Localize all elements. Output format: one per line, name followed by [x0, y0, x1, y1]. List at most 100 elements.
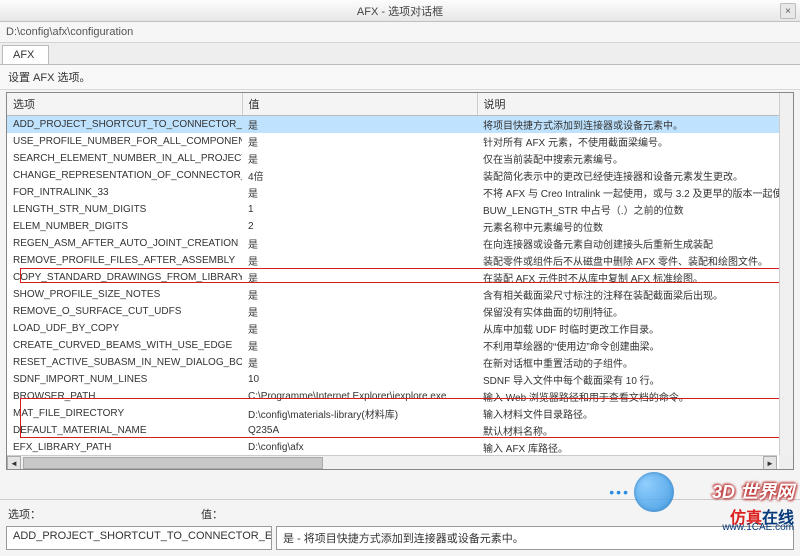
table-row[interactable]: BROWSER_PATHC:\Programme\Internet Explor…: [7, 388, 793, 405]
table-row[interactable]: FOR_INTRALINK_33是不将 AFX 与 Creo Intralink…: [7, 184, 793, 201]
title-bar: AFX - 选项对话框 ×: [0, 0, 800, 22]
cell-desc: 装配零件或组件后不从磁盘中删除 AFX 零件、装配和绘图文件。: [477, 252, 793, 269]
table-row[interactable]: CHANGE_REPRESENTATION_OF_CONNECTOR_EQUIP…: [7, 167, 793, 184]
options-table-wrap: 选项 值 说明 ADD_PROJECT_SHORTCUT_TO_CONNECTO…: [6, 92, 794, 470]
col-desc[interactable]: 说明: [477, 93, 793, 116]
cell-opt: SDNF_IMPORT_NUM_LINES: [7, 371, 242, 388]
cell-val: D:\config\materials-library(材料库): [242, 405, 477, 422]
cell-opt: COPY_STANDARD_DRAWINGS_FROM_LIBRARY: [7, 269, 242, 286]
footer-label-value: 值：: [201, 506, 223, 522]
cell-val: 是: [242, 116, 477, 134]
cell-desc: 不将 AFX 与 Creo Intralink 一起使用，或与 3.2 及更早的…: [477, 184, 793, 201]
cell-desc: 针对所有 AFX 元素，不使用截面梁编号。: [477, 133, 793, 150]
window-title: AFX - 选项对话框: [357, 3, 443, 19]
table-row[interactable]: USE_PROFILE_NUMBER_FOR_ALL_COMPONENT_NAM…: [7, 133, 793, 150]
col-value[interactable]: 值: [242, 93, 477, 116]
cell-desc: 在新对话框中重置活动的子组件。: [477, 354, 793, 371]
table-row[interactable]: EFX_LIBRARY_PATHD:\config\afx输入 AFX 库路径。: [7, 439, 793, 456]
table-row[interactable]: SDNF_IMPORT_NUM_LINES10SDNF 导入文件中每个截面梁有 …: [7, 371, 793, 388]
scroll-right-icon[interactable]: ►: [763, 456, 777, 470]
table-row[interactable]: LENGTH_STR_NUM_DIGITS1BUW_LENGTH_STR 中占号…: [7, 201, 793, 218]
table-row[interactable]: LOAD_UDF_BY_COPY是从库中加载 UDF 时临时更改工作目录。: [7, 320, 793, 337]
table-row[interactable]: SHOW_PROFILE_SIZE_NOTES是含有相关截面梁尺寸标注的注释在装…: [7, 286, 793, 303]
cell-val: 是: [242, 269, 477, 286]
cell-desc: 输入 Web 浏览器路径和用于查看文档的命令。: [477, 388, 793, 405]
cell-desc: 不利用草绘器的“使用边”命令创建曲梁。: [477, 337, 793, 354]
cell-val: 4倍: [242, 167, 477, 184]
cell-desc: 在装配 AFX 元件时不从库中复制 AFX 标准绘图。: [477, 269, 793, 286]
table-row[interactable]: COPY_STANDARD_DRAWINGS_FROM_LIBRARY是在装配 …: [7, 269, 793, 286]
cell-val: Q235A: [242, 422, 477, 439]
cell-opt: REGEN_ASM_AFTER_AUTO_JOINT_CREATION: [7, 235, 242, 252]
cell-opt: CREATE_CURVED_BEAMS_WITH_USE_EDGE: [7, 337, 242, 354]
h-scrollbar[interactable]: ◄ ►: [7, 455, 777, 469]
cell-opt: BROWSER_PATH: [7, 388, 242, 405]
cell-val: 2: [242, 218, 477, 235]
cell-val: C:\Programme\Internet Explorer\iexplore.…: [242, 388, 477, 405]
table-row[interactable]: REGEN_ASM_AFTER_AUTO_JOINT_CREATION是在向连接…: [7, 235, 793, 252]
cell-desc: 仅在当前装配中搜索元素编号。: [477, 150, 793, 167]
close-icon: ×: [785, 6, 791, 17]
cell-opt: SEARCH_ELEMENT_NUMBER_IN_ALL_PROJECT_ASS…: [7, 150, 242, 167]
table-row[interactable]: RESET_ACTIVE_SUBASM_IN_NEW_DIALOG_BOX是在新…: [7, 354, 793, 371]
v-scrollbar[interactable]: [779, 93, 793, 455]
cell-desc: 保留没有实体曲面的切削特征。: [477, 303, 793, 320]
cell-desc: SDNF 导入文件中每个截面梁有 10 行。: [477, 371, 793, 388]
cell-val: 是: [242, 252, 477, 269]
table-row[interactable]: REMOVE_O_SURFACE_CUT_UDFS是保留没有实体曲面的切削特征。: [7, 303, 793, 320]
cell-desc: BUW_LENGTH_STR 中占号（.）之前的位数: [477, 201, 793, 218]
table-row[interactable]: SEARCH_ELEMENT_NUMBER_IN_ALL_PROJECT_ASS…: [7, 150, 793, 167]
cell-desc: 从库中加载 UDF 时临时更改工作目录。: [477, 320, 793, 337]
cell-val: 是: [242, 133, 477, 150]
cell-opt: LENGTH_STR_NUM_DIGITS: [7, 201, 242, 218]
cell-val: 1: [242, 201, 477, 218]
cell-opt: FOR_INTRALINK_33: [7, 184, 242, 201]
cell-val: 是: [242, 184, 477, 201]
table-row[interactable]: ADD_PROJECT_SHORTCUT_TO_CONNECTOR_EQUIPM…: [7, 116, 793, 134]
cell-desc: 元素名称中元素编号的位数: [477, 218, 793, 235]
cell-val: 是: [242, 354, 477, 371]
cell-val: 是: [242, 337, 477, 354]
table-row[interactable]: ELEM_NUMBER_DIGITS2元素名称中元素编号的位数: [7, 218, 793, 235]
scroll-left-icon[interactable]: ◄: [7, 456, 21, 470]
tab-row: AFX: [0, 43, 800, 65]
close-button[interactable]: ×: [780, 3, 796, 19]
cell-desc: 将项目快捷方式添加到连接器或设备元素中。: [477, 116, 793, 134]
cell-opt: DEFAULT_MATERIAL_NAME: [7, 422, 242, 439]
cell-desc: 输入 AFX 库路径。: [477, 439, 793, 456]
options-table: 选项 值 说明 ADD_PROJECT_SHORTCUT_TO_CONNECTO…: [7, 93, 793, 470]
table-row[interactable]: MAT_FILE_DIRECTORYD:\config\materials-li…: [7, 405, 793, 422]
cell-desc: 含有相关截面梁尺寸标注的注释在装配截面梁后出现。: [477, 286, 793, 303]
h-scroll-thumb[interactable]: [23, 457, 323, 469]
cell-opt: MAT_FILE_DIRECTORY: [7, 405, 242, 422]
footer-value-field[interactable]: 是 - 将项目快捷方式添加到连接器或设备元素中。: [276, 526, 794, 550]
cell-opt: CHANGE_REPRESENTATION_OF_CONNECTOR_EQUIP…: [7, 167, 242, 184]
footer-label-option: 选项：: [8, 506, 41, 522]
table-row[interactable]: REMOVE_PROFILE_FILES_AFTER_ASSEMBLY是装配零件…: [7, 252, 793, 269]
cell-opt: EFX_LIBRARY_PATH: [7, 439, 242, 456]
cell-opt: SHOW_PROFILE_SIZE_NOTES: [7, 286, 242, 303]
cell-desc: 装配简化表示中的更改已经使连接器和设备元素发生更改。: [477, 167, 793, 184]
table-row[interactable]: CREATE_CURVED_BEAMS_WITH_USE_EDGE是不利用草绘器…: [7, 337, 793, 354]
table-header-row: 选项 值 说明: [7, 93, 793, 116]
cell-opt: REMOVE_O_SURFACE_CUT_UDFS: [7, 303, 242, 320]
footer-option-field[interactable]: ADD_PROJECT_SHORTCUT_TO_CONNECTOR_EQUIPM…: [6, 526, 272, 550]
cell-opt: ELEM_NUMBER_DIGITS: [7, 218, 242, 235]
cell-desc: 输入材料文件目录路径。: [477, 405, 793, 422]
cell-val: 是: [242, 150, 477, 167]
footer: 选项： 值： ADD_PROJECT_SHORTCUT_TO_CONNECTOR…: [0, 499, 800, 556]
subtitle: 设置 AFX 选项。: [0, 65, 800, 90]
cell-val: 是: [242, 286, 477, 303]
cell-desc: 默认材料名称。: [477, 422, 793, 439]
cell-val: D:\config\afx: [242, 439, 477, 456]
col-option[interactable]: 选项: [7, 93, 242, 116]
cell-val: 是: [242, 320, 477, 337]
path-bar: D:\config\afx\configuration: [0, 22, 800, 43]
cell-val: 是: [242, 235, 477, 252]
table-row[interactable]: DEFAULT_MATERIAL_NAMEQ235A默认材料名称。: [7, 422, 793, 439]
cell-opt: RESET_ACTIVE_SUBASM_IN_NEW_DIALOG_BOX: [7, 354, 242, 371]
cell-val: 10: [242, 371, 477, 388]
cell-opt: USE_PROFILE_NUMBER_FOR_ALL_COMPONENT_NAM…: [7, 133, 242, 150]
tab-afx[interactable]: AFX: [2, 45, 49, 64]
cell-opt: ADD_PROJECT_SHORTCUT_TO_CONNECTOR_EQUIPM…: [7, 116, 242, 134]
